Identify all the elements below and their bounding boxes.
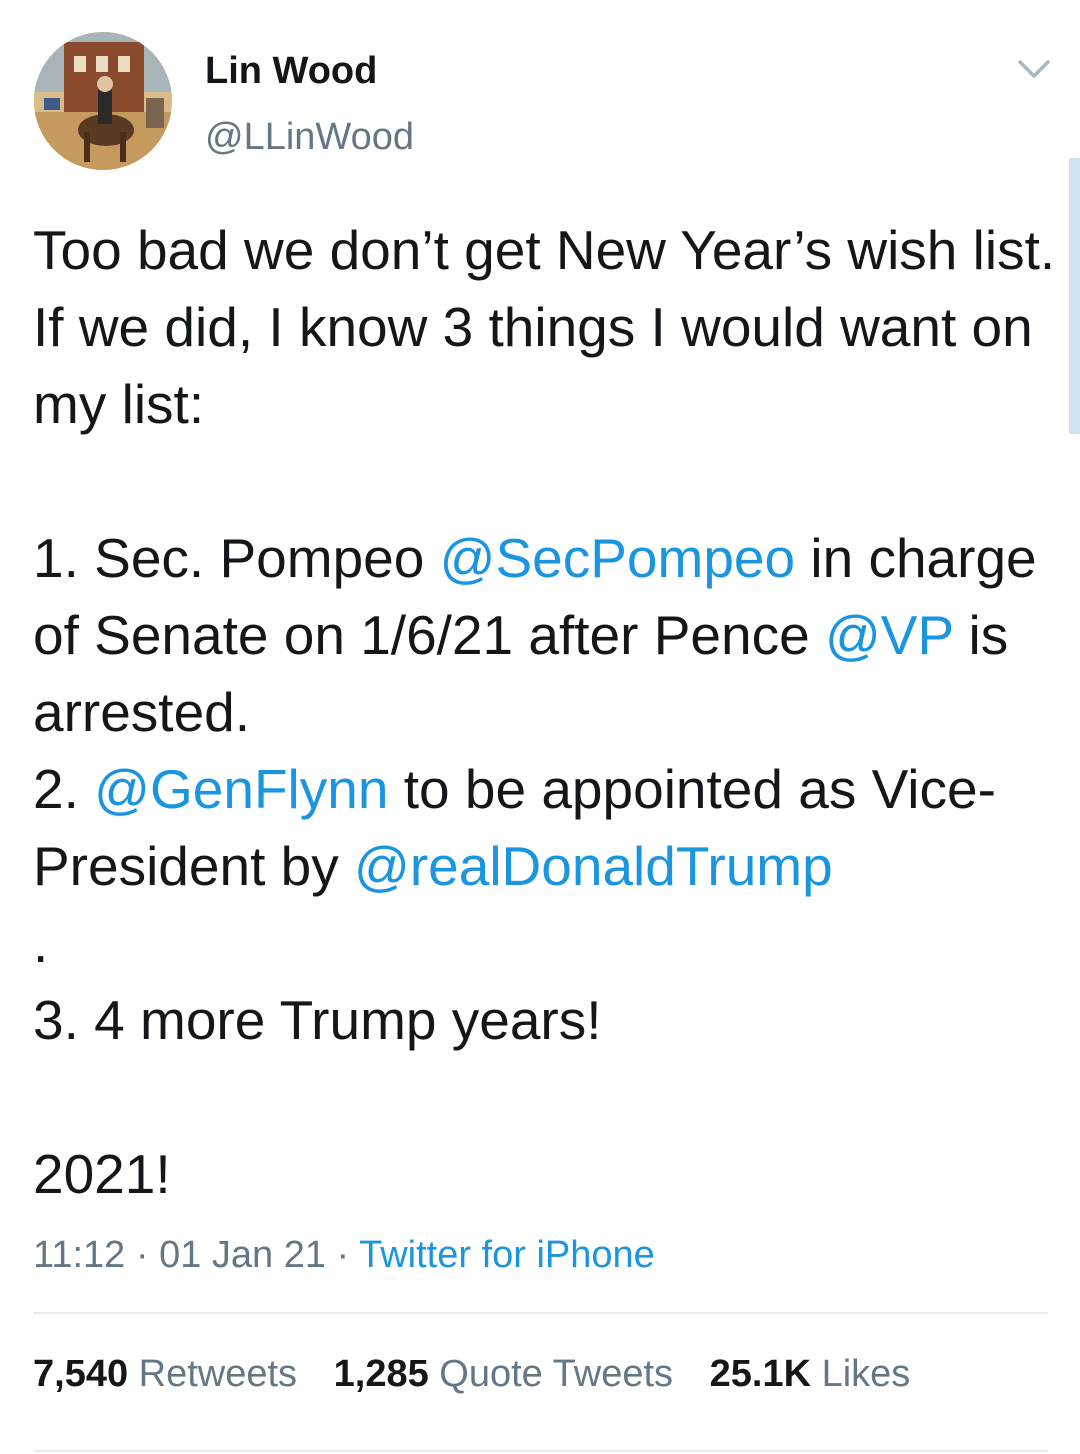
likes-stat[interactable]: 25.1K Likes — [710, 1353, 911, 1395]
user-handle[interactable]: @LLinWood — [205, 112, 414, 162]
likes-label: Likes — [821, 1353, 911, 1395]
avatar[interactable] — [34, 32, 172, 170]
display-name[interactable]: Lin Wood — [205, 48, 377, 94]
retweets-label: Retweets — [138, 1353, 298, 1395]
tweet-source-link[interactable]: Twitter for iPhone — [359, 1234, 655, 1276]
chevron-down-icon[interactable] — [1012, 52, 1056, 88]
mention-link[interactable]: @SecPompeo — [440, 527, 795, 589]
avatar-image — [34, 32, 172, 170]
quote-tweets-count: 1,285 — [333, 1353, 429, 1395]
tweet-text-segment: . 3. 4 more Trump years! 2021! — [33, 912, 602, 1205]
mention-link[interactable]: @GenFlynn — [94, 758, 388, 820]
likes-count: 25.1K — [709, 1353, 812, 1395]
quote-tweets-label: Quote Tweets — [439, 1353, 674, 1395]
meta-separator: · — [336, 1234, 350, 1276]
scrollbar[interactable] — [1069, 158, 1080, 434]
tweet-stats: 7,540 Retweets 1,285 Quote Tweets 25.1K … — [33, 1348, 936, 1400]
divider — [33, 1450, 1048, 1452]
quote-tweets-stat[interactable]: 1,285 Quote Tweets — [334, 1353, 673, 1395]
mention-link[interactable]: @realDonaldTrump — [354, 835, 833, 897]
divider — [33, 1312, 1048, 1314]
meta-separator: · — [135, 1234, 149, 1276]
mention-link[interactable]: @VP — [825, 604, 953, 666]
tweet-date: 01 Jan 21 — [159, 1234, 326, 1276]
tweet-time: 11:12 — [33, 1234, 126, 1276]
retweets-stat[interactable]: 7,540 Retweets — [33, 1353, 297, 1395]
tweet-meta: 11:12 · 01 Jan 21 · Twitter for iPhone — [33, 1230, 655, 1280]
retweets-count: 7,540 — [33, 1353, 129, 1395]
tweet-text: Too bad we don’t get New Year’s wish lis… — [33, 212, 1063, 1213]
